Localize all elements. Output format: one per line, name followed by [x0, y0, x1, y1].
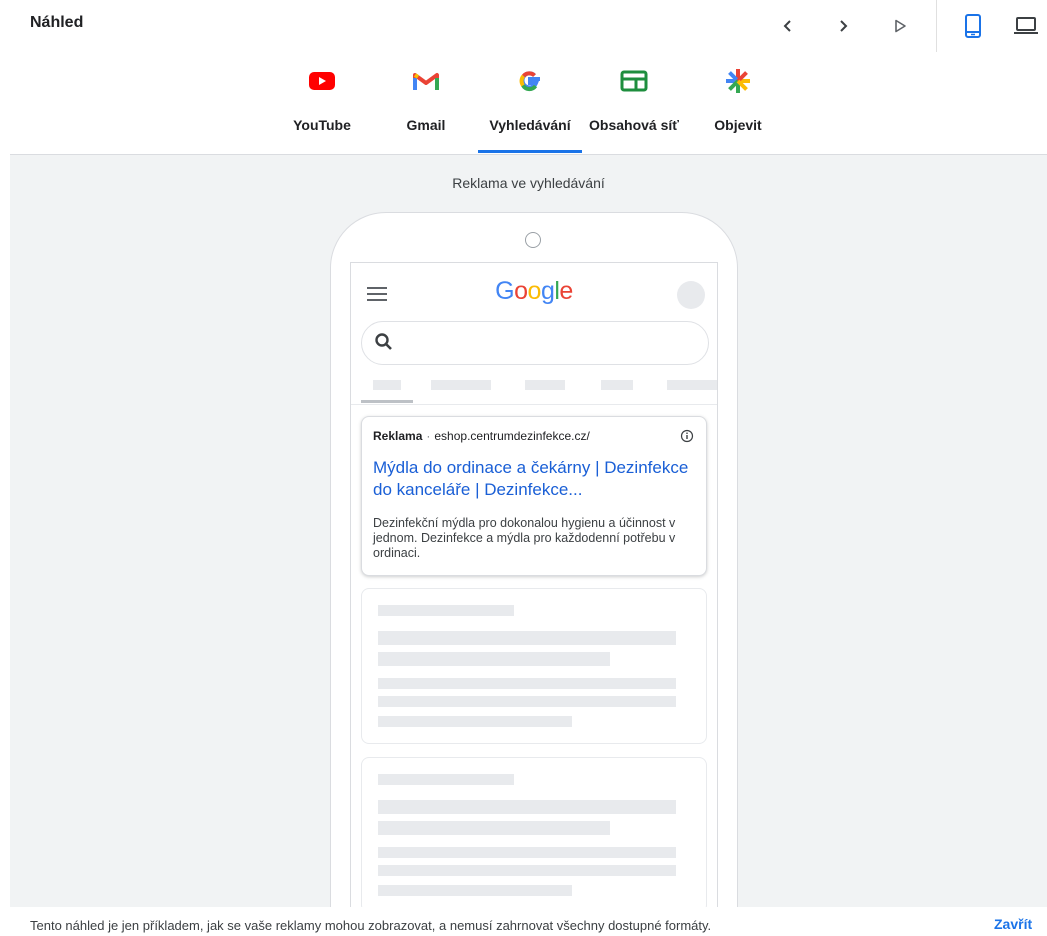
display-network-icon: [619, 66, 649, 96]
chevron-left-icon: [783, 20, 791, 32]
ad-separator: ·: [426, 429, 431, 443]
page-title: Náhled: [30, 14, 84, 31]
preview-caption: Reklama ve vyhledávání: [452, 175, 605, 191]
gmail-icon: [411, 66, 441, 96]
phone-camera: [525, 232, 541, 248]
close-button[interactable]: Zavřít: [994, 916, 1032, 932]
tab-label: Gmail: [406, 117, 446, 133]
discover-icon: [723, 66, 753, 96]
ad-display-url: eshop.centrumdezinfekce.cz/: [434, 429, 590, 443]
play-icon: [895, 19, 906, 33]
phone-frame: Google Reklama · eshop.centrumdezinfekce.c…: [330, 212, 738, 907]
tab-label: YouTube: [293, 117, 351, 133]
google-icon: [515, 66, 545, 96]
tab-youtube[interactable]: YouTube: [270, 58, 374, 154]
filter-selected-indicator: [361, 400, 413, 403]
placeholder-bar: [378, 774, 514, 785]
ad-label: Reklama: [373, 429, 423, 443]
placeholder-bar: [378, 696, 676, 707]
disclaimer-text: Tento náhled je jen příkladem, jak se va…: [30, 918, 712, 933]
next-button[interactable]: [827, 10, 859, 42]
play-button[interactable]: [884, 10, 916, 42]
tab-label: Objevit: [714, 117, 762, 133]
filter-divider: [351, 404, 717, 405]
tab-label: Obsahová síť: [589, 117, 679, 133]
search-icon: [375, 333, 392, 350]
search-ad-card[interactable]: Reklama · eshop.centrumdezinfekce.cz/ Mýdl…: [361, 416, 707, 576]
chevron-right-icon: [840, 20, 848, 32]
filter-placeholder: [525, 380, 565, 390]
placeholder-bar: [378, 847, 676, 858]
ad-meta: Reklama · eshop.centrumdezinfekce.cz/: [373, 429, 590, 443]
google-logo: Google: [495, 277, 573, 305]
search-box: [361, 321, 709, 365]
toolbar-divider: [936, 0, 937, 52]
placeholder-bar: [378, 716, 572, 727]
preview-area: Reklama ve vyhledávání Google Reklama · …: [10, 155, 1047, 907]
youtube-icon: [307, 66, 337, 96]
placeholder-result-card: [361, 757, 707, 907]
placeholder-bar: [378, 631, 676, 645]
tab-display-network[interactable]: Obsahová síť: [582, 58, 686, 154]
selected-tab-indicator: [478, 150, 582, 153]
tab-search[interactable]: Vyhledávání: [478, 58, 582, 154]
tab-discover[interactable]: Objevit: [686, 58, 790, 154]
mobile-view-button[interactable]: [957, 10, 989, 42]
filter-placeholder: [667, 380, 717, 390]
filter-placeholder: [601, 380, 633, 390]
phone-screen: Google Reklama · eshop.centrumdezinfekce.c…: [350, 262, 718, 907]
laptop-icon: [1014, 17, 1038, 34]
smartphone-icon: [965, 14, 981, 38]
placeholder-bar: [378, 821, 610, 835]
placeholder-bar: [378, 885, 572, 896]
avatar: [677, 281, 705, 309]
info-icon[interactable]: [680, 429, 694, 443]
tab-label: Vyhledávání: [489, 117, 571, 133]
previous-button[interactable]: [772, 10, 804, 42]
placeholder-bar: [378, 652, 610, 666]
placeholder-bar: [378, 678, 676, 689]
placeholder-bar: [378, 605, 514, 616]
google-search-header: Google: [351, 263, 717, 423]
placeholder-result-card: [361, 588, 707, 744]
placeholder-bar: [378, 800, 676, 814]
placeholder-bar: [378, 865, 676, 876]
desktop-view-button[interactable]: [1010, 10, 1042, 42]
filter-placeholder: [431, 380, 491, 390]
top-bar: Náhled: [0, 0, 1047, 52]
ad-description: Dezinfekční mýdla pro dokonalou hygienu …: [373, 516, 676, 560]
ad-headline[interactable]: Mýdla do ordinace a čekárny | Dezinfekce…: [373, 457, 699, 501]
filter-placeholder: [373, 380, 401, 390]
tab-gmail[interactable]: Gmail: [374, 58, 478, 154]
ad-format-tabs: YouTube Gmail Vyhledávání Obsahová síť O…: [0, 58, 1047, 154]
